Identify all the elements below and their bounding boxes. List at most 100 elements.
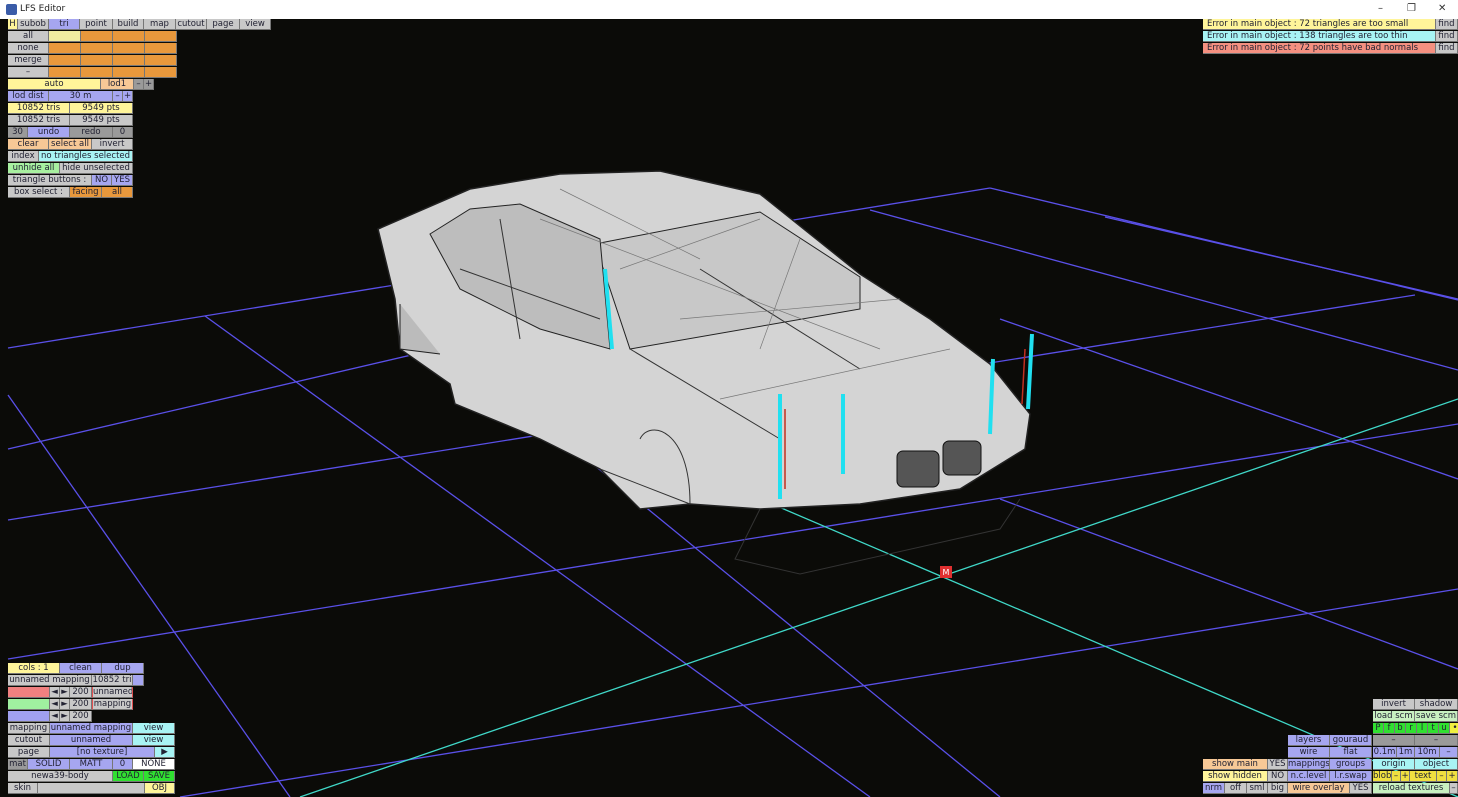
- wire-button[interactable]: wire: [1288, 747, 1330, 758]
- tab-cutout[interactable]: cutout: [176, 19, 207, 30]
- color-bar-green[interactable]: [8, 699, 50, 710]
- blob-plus[interactable]: +: [1401, 771, 1410, 782]
- flat-button[interactable]: flat: [1330, 747, 1372, 758]
- select-grid-cell[interactable]: [49, 31, 81, 42]
- origin-button[interactable]: origin: [1373, 759, 1415, 770]
- clear-button[interactable]: clear: [8, 139, 49, 150]
- merge-button[interactable]: merge: [8, 55, 49, 66]
- blob-minus[interactable]: –: [1392, 771, 1401, 782]
- select-grid-cell[interactable]: [81, 43, 113, 54]
- nrm-button[interactable]: nrm: [1203, 783, 1225, 794]
- view-letter-r[interactable]: r: [1406, 723, 1417, 734]
- find-button[interactable]: find: [1436, 31, 1458, 42]
- right-arrow[interactable]: ►: [60, 687, 70, 698]
- view-letter-•[interactable]: •: [1450, 723, 1458, 734]
- load-button[interactable]: LOAD: [113, 771, 144, 782]
- text-minus[interactable]: –: [1437, 771, 1447, 782]
- select-grid-cell[interactable]: [49, 43, 81, 54]
- sml-button[interactable]: sml: [1247, 783, 1268, 794]
- reload-textures-button[interactable]: reload textures: [1373, 783, 1450, 794]
- triangle-buttons-yes[interactable]: YES: [112, 175, 133, 186]
- dash-button[interactable]: –: [8, 67, 49, 78]
- view-letter-t[interactable]: t: [1428, 723, 1439, 734]
- select-grid-cell[interactable]: [145, 67, 177, 78]
- lod1-button[interactable]: lod1: [101, 79, 134, 90]
- page-arrow-button[interactable]: ▶: [155, 747, 175, 758]
- select-grid-cell[interactable]: [81, 55, 113, 66]
- nc-level-button[interactable]: n.c.level: [1288, 771, 1330, 782]
- triangle-buttons-no[interactable]: NO: [92, 175, 112, 186]
- lod-plus-button[interactable]: +: [144, 79, 154, 90]
- tab-view[interactable]: view: [240, 19, 271, 30]
- dash-1[interactable]: –: [1373, 735, 1415, 746]
- mapping-scrollbar[interactable]: [133, 675, 144, 686]
- grid-minus[interactable]: –: [1440, 747, 1458, 758]
- view-letter-b[interactable]: b: [1395, 723, 1406, 734]
- select-grid-cell[interactable]: [113, 43, 145, 54]
- restore-button[interactable]: ❐: [1407, 3, 1416, 14]
- select-grid-cell[interactable]: [145, 55, 177, 66]
- select-grid-cell[interactable]: [145, 31, 177, 42]
- save-button[interactable]: SAVE: [144, 771, 175, 782]
- lod-minus-button[interactable]: –: [134, 79, 144, 90]
- left-arrow[interactable]: ◄: [50, 699, 60, 710]
- invert-button[interactable]: invert: [92, 139, 133, 150]
- select-grid-cell[interactable]: [145, 43, 177, 54]
- off-button[interactable]: off: [1225, 783, 1247, 794]
- grid-01m[interactable]: 0.1m: [1373, 747, 1397, 758]
- cutout-view-button[interactable]: view: [133, 735, 175, 746]
- lod-auto-button[interactable]: auto: [8, 79, 101, 90]
- right-arrow[interactable]: ►: [60, 699, 70, 710]
- big-button[interactable]: big: [1268, 783, 1288, 794]
- matt-button[interactable]: MATT: [70, 759, 113, 770]
- gouraud-button[interactable]: gouraud: [1330, 735, 1372, 746]
- select-grid-cell[interactable]: [113, 67, 145, 78]
- right-arrow[interactable]: ►: [60, 711, 70, 722]
- grid-10m[interactable]: 10m: [1415, 747, 1440, 758]
- save-scm-button[interactable]: save scm: [1415, 711, 1458, 722]
- lod-dist-value[interactable]: 30 m: [49, 91, 113, 102]
- undo-button[interactable]: undo: [28, 127, 70, 138]
- redo-button[interactable]: redo: [70, 127, 113, 138]
- select-grid-cell[interactable]: [81, 67, 113, 78]
- view-letter-l[interactable]: l: [1417, 723, 1428, 734]
- view-letter-u[interactable]: u: [1439, 723, 1450, 734]
- color-bar-red[interactable]: [8, 687, 50, 698]
- menu-h[interactable]: H: [8, 19, 18, 30]
- object-button[interactable]: object: [1415, 759, 1458, 770]
- reload-minus[interactable]: –: [1450, 783, 1458, 794]
- load-scm-button[interactable]: load scm: [1373, 711, 1415, 722]
- view-letter-f[interactable]: f: [1384, 723, 1395, 734]
- dash-2[interactable]: –: [1415, 735, 1458, 746]
- select-grid-cell[interactable]: [113, 31, 145, 42]
- clean-button[interactable]: clean: [60, 663, 102, 674]
- wire-overlay-toggle[interactable]: YES: [1350, 783, 1372, 794]
- left-arrow[interactable]: ◄: [50, 711, 60, 722]
- box-select-all[interactable]: all: [102, 187, 133, 198]
- grid-1m[interactable]: 1m: [1397, 747, 1415, 758]
- left-arrow[interactable]: ◄: [50, 687, 60, 698]
- shadow-button[interactable]: shadow: [1415, 699, 1458, 710]
- lr-swap-button[interactable]: l.r.swap: [1330, 771, 1372, 782]
- tab-page[interactable]: page: [207, 19, 240, 30]
- find-button[interactable]: find: [1436, 19, 1458, 30]
- color-bar-blue[interactable]: [8, 711, 50, 722]
- groups-button[interactable]: groups: [1330, 759, 1372, 770]
- mappings-button[interactable]: mappings: [1288, 759, 1330, 770]
- skin-field[interactable]: [38, 783, 145, 794]
- unhide-all-button[interactable]: unhide all: [8, 163, 60, 174]
- select-grid-cell[interactable]: [81, 31, 113, 42]
- none-field[interactable]: NONE: [133, 759, 175, 770]
- mapping-view-button[interactable]: view: [133, 723, 175, 734]
- tab-tri[interactable]: tri: [49, 19, 80, 30]
- tab-subob[interactable]: subob: [18, 19, 49, 30]
- select-all-button[interactable]: all: [8, 31, 49, 42]
- cutout-select[interactable]: unnamed: [50, 735, 133, 746]
- mapping-select[interactable]: unnamed mapping: [50, 723, 133, 734]
- layers-button[interactable]: layers: [1288, 735, 1330, 746]
- find-button[interactable]: find: [1436, 43, 1458, 54]
- minimize-button[interactable]: –: [1378, 3, 1383, 14]
- dup-button[interactable]: dup: [102, 663, 144, 674]
- show-main-toggle[interactable]: YES: [1268, 759, 1288, 770]
- tab-point[interactable]: point: [80, 19, 113, 30]
